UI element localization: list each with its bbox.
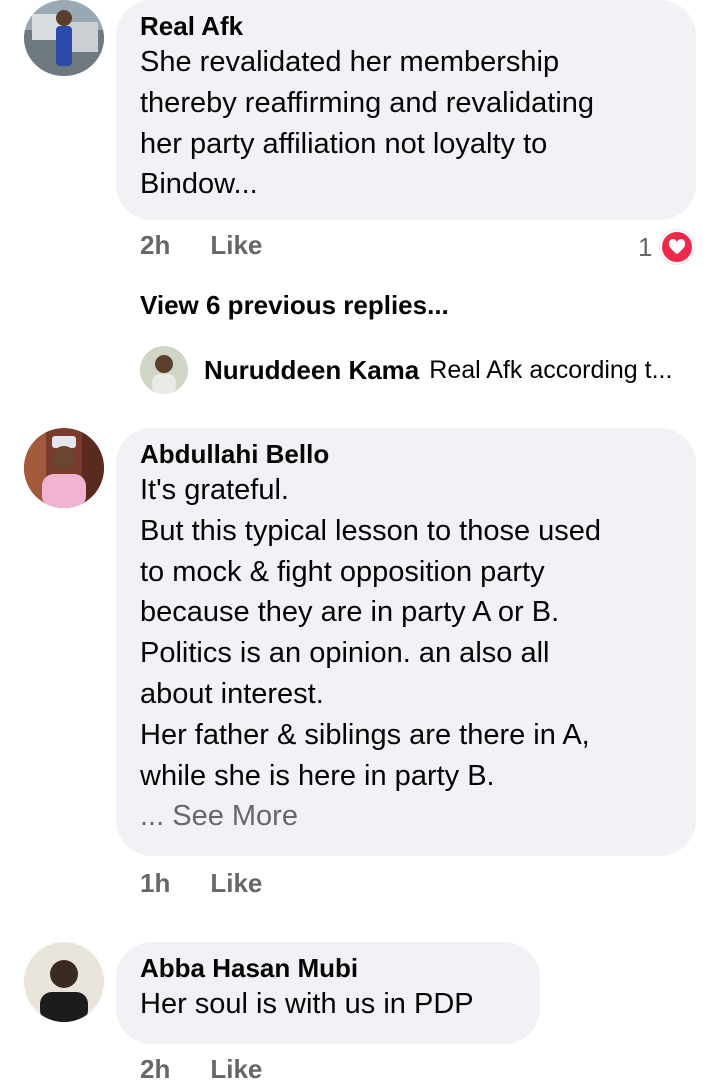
like-button[interactable]: Like [210,1054,262,1085]
comment-author[interactable]: Abdullahi Bello [140,438,672,470]
comment-line: It's grateful. [140,474,289,506]
comment-author[interactable]: Real Afk [140,10,672,42]
comment-timestamp[interactable]: 2h [140,1054,170,1085]
comment-line: about interest. [140,677,324,710]
comment-meta: 2h Like [140,1054,262,1085]
reply-author[interactable]: Nuruddeen Kama [204,355,419,386]
reply-preview-text: Real Afk according t... [429,355,673,384]
like-button[interactable]: Like [210,230,262,261]
comment-line: Politics is an opinion. an also all [140,637,550,670]
reaction-count: 1 [638,231,653,262]
view-previous-replies-link[interactable]: View 6 previous replies... [140,290,449,321]
reply-preview[interactable]: Nuruddeen Kama Real Afk according t... [140,346,672,394]
comment-meta: 1h Like [140,868,262,899]
comment-line: But this typical lesson to those used [140,514,602,547]
comment-line: because they are in party A or B. [140,596,560,629]
comment-bubble-real-afk: Real Afk She revalidated her membership … [116,0,696,220]
avatar-real-afk[interactable] [24,0,104,76]
comment-line: while she is here in party B. [140,759,495,792]
comment-bubble-abdullahi-bello: Abdullahi Bello It's grateful. But this … [116,428,696,856]
comment-line: to mock & fight opposition party [140,555,545,588]
see-more-link[interactable]: ... See More [140,796,672,837]
comment-text: Her soul is with us in PDP [140,984,516,1025]
reaction-summary[interactable]: 1 [638,230,695,264]
heart-icon [660,230,695,264]
comment-line: Her father & siblings are there in A, [140,718,590,751]
comment-timestamp[interactable]: 1h [140,868,170,899]
avatar-abba-hasan-mubi[interactable] [24,942,104,1022]
comment-meta: 2h Like [140,230,262,261]
comment-text: She revalidated her membership thereby r… [140,42,672,205]
comment-bubble-abba-hasan-mubi: Abba Hasan Mubi Her soul is with us in P… [116,942,540,1044]
comment-line: She revalidated her membership [140,46,560,78]
comment-line: her party affiliation not loyalty to [140,127,548,160]
avatar-nuruddeen-kama[interactable] [140,346,188,394]
avatar-abdullahi-bello[interactable] [24,428,104,508]
comment-timestamp[interactable]: 2h [140,230,170,261]
comment-line: Her soul is with us in PDP [140,988,474,1020]
comment-line: Bindow... [140,168,258,201]
like-button[interactable]: Like [210,868,262,899]
comment-author[interactable]: Abba Hasan Mubi [140,952,516,984]
comment-text: It's grateful. But this typical lesson t… [140,470,672,837]
comment-line: thereby reaffirming and revalidating [140,86,595,119]
